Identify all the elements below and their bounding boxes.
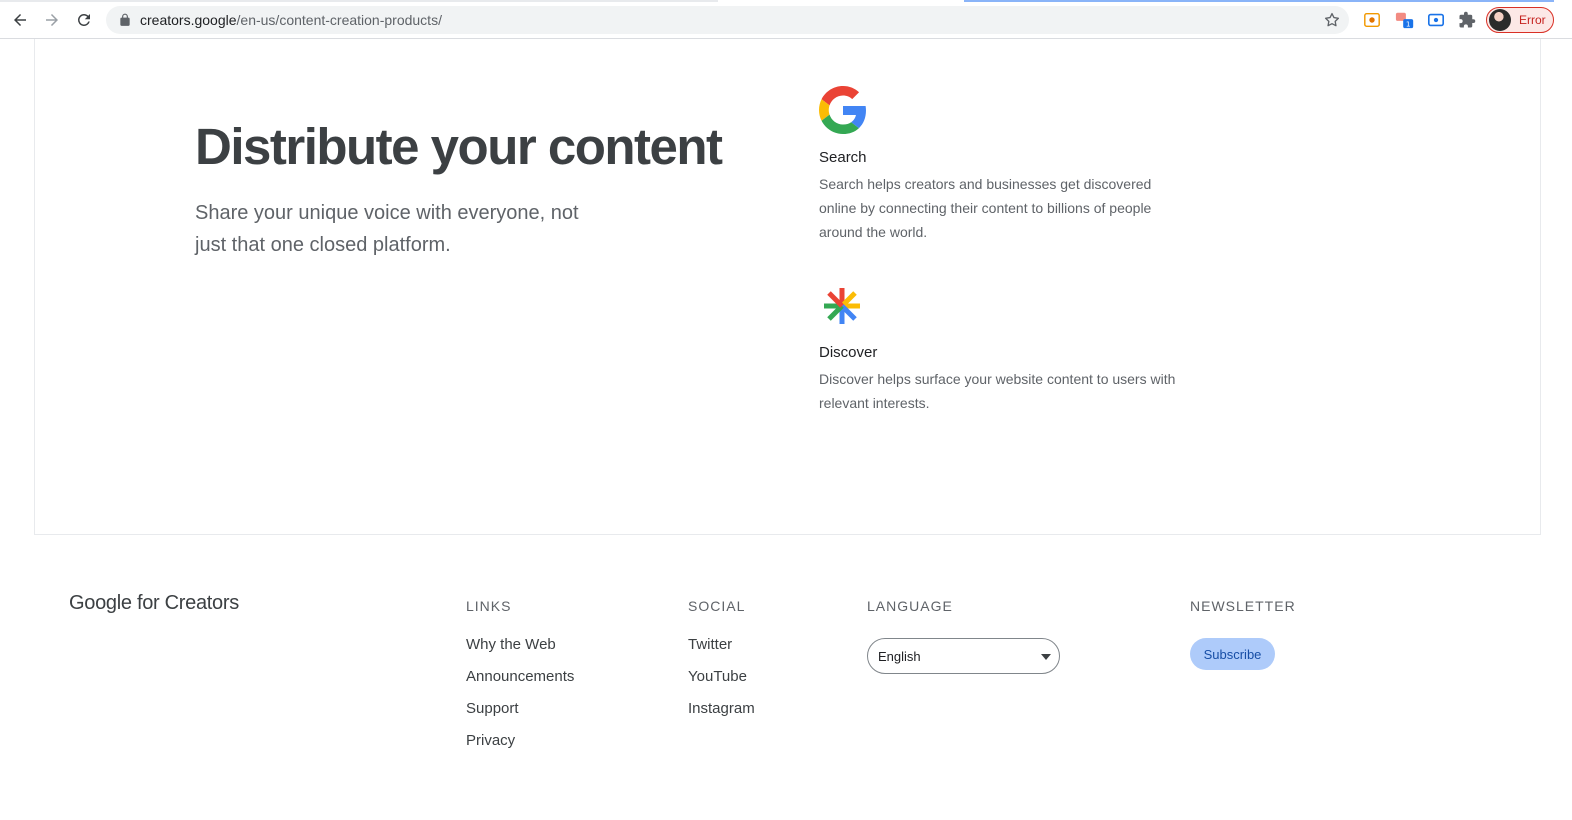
extension-cast-button[interactable] [1426, 10, 1446, 30]
footer-link-why-the-web[interactable]: Why the Web [466, 636, 574, 668]
footer-social-heading: SOCIAL [688, 598, 746, 614]
subscribe-button[interactable]: Subscribe [1190, 638, 1275, 670]
cast-screen-icon [1427, 13, 1445, 27]
footer-social-column: SOCIAL Twitter YouTube Instagram [688, 598, 755, 732]
footer-links-heading: LINKS [466, 598, 512, 614]
discover-asterisk-icon [824, 288, 860, 324]
tab-strip-edge [0, 0, 718, 2]
product-description-discover: Discover helps surface your website cont… [819, 371, 1176, 411]
footer-link-twitter[interactable]: Twitter [688, 636, 755, 668]
product-search: Search Search helps creators and busines… [819, 86, 1179, 244]
language-selected-value: English [878, 649, 921, 664]
extension-screenshot-button[interactable] [1362, 10, 1382, 30]
page-subtitle: Share your unique voice with everyone, n… [195, 202, 579, 256]
product-title-search: Search [819, 149, 867, 166]
footer-language-heading: LANGUAGE [867, 598, 953, 614]
lock-icon [120, 13, 130, 26]
footer-link-privacy[interactable]: Privacy [466, 732, 574, 764]
footer-links-column: LINKS Why the Web Announcements Support … [466, 598, 574, 764]
profile-button[interactable]: Error [1486, 7, 1554, 33]
puzzle-icon [1459, 11, 1476, 28]
forward-button[interactable] [40, 8, 64, 32]
product-title-discover: Discover [819, 344, 878, 361]
extensions-menu-button[interactable] [1457, 10, 1477, 30]
browser-toolbar: creators.google/en-us/content-creation-p… [0, 0, 1572, 39]
footer-link-instagram[interactable]: Instagram [688, 700, 755, 732]
profile-status-label: Error [1519, 13, 1546, 27]
url-host: creators.google [140, 12, 237, 28]
footer-newsletter-column: NEWSLETTER [1190, 598, 1296, 614]
reload-button[interactable] [72, 8, 96, 32]
avatar [1489, 9, 1511, 31]
bookmark-star-icon[interactable] [1323, 11, 1341, 29]
translate-icon: 1 [1395, 12, 1414, 28]
footer-newsletter-heading: NEWSLETTER [1190, 598, 1296, 614]
back-button[interactable] [8, 8, 32, 32]
footer-link-support[interactable]: Support [466, 700, 574, 732]
url-text: creators.google/en-us/content-creation-p… [140, 12, 442, 28]
screenshot-icon [1364, 12, 1380, 28]
footer-brand-logo[interactable]: Google for Creators [69, 592, 239, 615]
loading-bar [964, 0, 1554, 2]
address-bar[interactable]: creators.google/en-us/content-creation-p… [106, 6, 1349, 34]
extension-translate-button[interactable]: 1 [1395, 10, 1415, 30]
footer-language-column: LANGUAGE [867, 598, 953, 614]
reload-icon [77, 13, 90, 26]
content-card: Distribute your content Share your uniqu… [34, 39, 1541, 535]
google-g-icon [819, 86, 866, 134]
arrow-right-icon [46, 14, 58, 26]
language-select[interactable]: English [867, 638, 1060, 674]
page-title: Distribute your content [195, 118, 723, 175]
product-discover: Discover Discover helps surface your web… [819, 285, 1179, 415]
arrow-left-icon [14, 14, 26, 26]
footer-link-announcements[interactable]: Announcements [466, 668, 574, 700]
footer-link-youtube[interactable]: YouTube [688, 668, 755, 700]
url-path: /en-us/content-creation-products/ [236, 12, 442, 28]
caret-down-icon [1041, 654, 1051, 660]
svg-text:1: 1 [1406, 19, 1411, 28]
product-description-search: Search helps creators and businesses get… [819, 176, 1152, 240]
